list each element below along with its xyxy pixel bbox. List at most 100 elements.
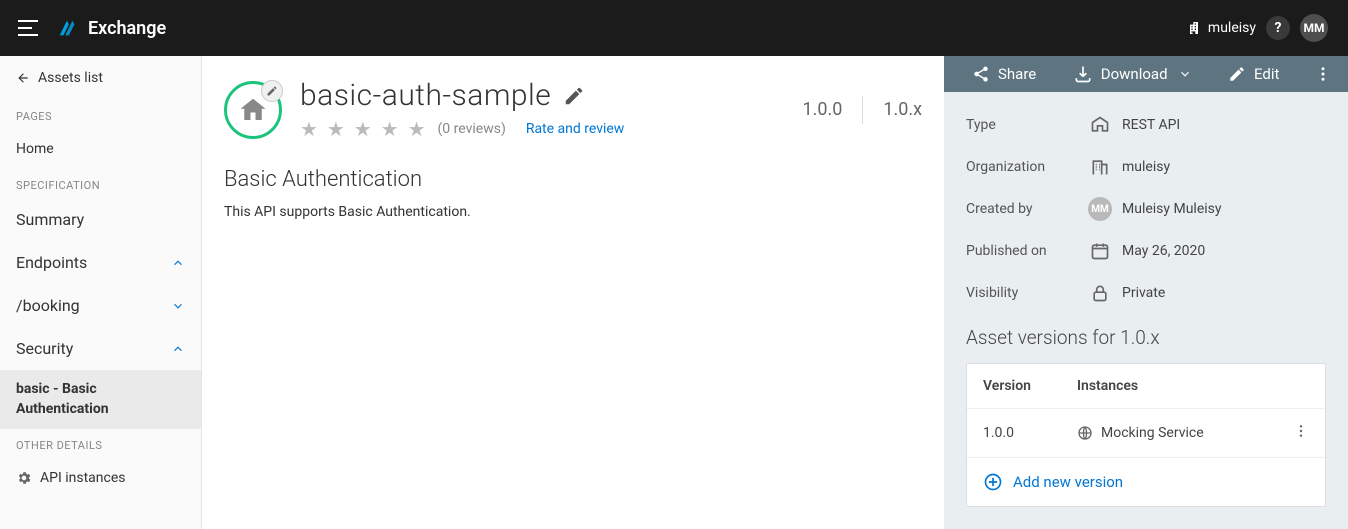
main-content: basic-auth-sample ★ ★ ★ ★ ★ (0 reviews) … bbox=[202, 56, 944, 529]
calendar-icon bbox=[1086, 241, 1114, 261]
meta-row-created: Created by MM Muleisy Muleisy bbox=[966, 188, 1326, 230]
booking-label: /booking bbox=[16, 296, 80, 315]
meta-row-type: Type REST API bbox=[966, 104, 1326, 146]
current-version[interactable]: 1.0.0 bbox=[803, 99, 843, 120]
summary-label: Summary bbox=[16, 210, 84, 229]
chevron-down-icon bbox=[171, 299, 185, 313]
chevron-up-icon bbox=[171, 342, 185, 356]
meta-type-label: Type bbox=[966, 117, 1086, 133]
pencil-icon bbox=[266, 85, 278, 97]
edit-icon-badge[interactable] bbox=[261, 80, 283, 102]
share-icon bbox=[972, 65, 990, 83]
reviews-count: (0 reviews) bbox=[438, 121, 506, 137]
meta-row-published: Published on May 26, 2020 bbox=[966, 230, 1326, 272]
help-button[interactable]: ? bbox=[1266, 16, 1290, 40]
version-branch[interactable]: 1.0.x bbox=[883, 99, 922, 120]
home-label: Home bbox=[16, 141, 54, 157]
plus-circle-icon bbox=[983, 472, 1003, 492]
arrow-left-icon bbox=[16, 71, 30, 85]
add-version-button[interactable]: Add new version bbox=[967, 458, 1325, 506]
meta-type-value: REST API bbox=[1122, 117, 1180, 133]
rate-review-link[interactable]: Rate and review bbox=[526, 121, 625, 137]
versions-table: Version Instances 1.0.0 Mocking Service … bbox=[966, 363, 1326, 507]
globe-icon bbox=[1077, 425, 1093, 441]
business-group-label: muleisy bbox=[1208, 20, 1256, 36]
right-panel: Share Download Edit Type REST API bbox=[944, 56, 1348, 529]
asset-icon[interactable] bbox=[224, 81, 282, 139]
user-avatar[interactable]: MM bbox=[1300, 14, 1328, 42]
sidebar-item-basic-auth[interactable]: basic - Basic Authentication bbox=[0, 370, 201, 429]
business-group-selector[interactable]: muleisy bbox=[1186, 20, 1256, 36]
meta-created-label: Created by bbox=[966, 201, 1086, 217]
chevron-down-icon bbox=[1178, 67, 1192, 81]
back-to-assets-link[interactable]: Assets list bbox=[0, 56, 201, 100]
row-instance: Mocking Service bbox=[1101, 425, 1204, 441]
lock-icon bbox=[1086, 283, 1114, 303]
basic-auth-label: basic - Basic Authentication bbox=[16, 380, 185, 419]
asset-versions-heading: Asset versions for 1.0.x bbox=[966, 326, 1326, 349]
download-label: Download bbox=[1101, 65, 1168, 83]
help-icon: ? bbox=[1275, 20, 1282, 36]
back-label: Assets list bbox=[38, 70, 103, 86]
edit-button[interactable]: Edit bbox=[1218, 59, 1289, 89]
app-name: Exchange bbox=[88, 18, 166, 39]
more-actions-button[interactable] bbox=[1306, 57, 1340, 91]
asset-title: basic-auth-sample bbox=[300, 78, 551, 113]
meta-row-visibility: Visibility Private bbox=[966, 272, 1326, 314]
building-icon bbox=[1086, 157, 1114, 177]
meta-org-value: muleisy bbox=[1122, 159, 1170, 175]
col-version: Version bbox=[983, 378, 1077, 394]
sidebar-section-other: OTHER DETAILS bbox=[0, 429, 201, 458]
more-vertical-icon bbox=[1293, 423, 1309, 439]
menu-toggle-button[interactable] bbox=[0, 0, 56, 56]
asset-title-row: basic-auth-sample bbox=[300, 78, 785, 113]
version-switcher: 1.0.0 1.0.x bbox=[803, 96, 923, 124]
sidebar-item-api-instances[interactable]: API instances bbox=[0, 458, 201, 498]
sidebar-section-pages: PAGES bbox=[0, 100, 201, 129]
endpoints-label: Endpoints bbox=[16, 253, 87, 272]
meta-row-org: Organization muleisy bbox=[966, 146, 1326, 188]
page-heading: Basic Authentication bbox=[224, 167, 922, 192]
action-bar: Share Download Edit bbox=[944, 56, 1348, 92]
meta-created-value: Muleisy Muleisy bbox=[1122, 201, 1222, 217]
sidebar-item-booking[interactable]: /booking bbox=[0, 284, 201, 327]
security-label: Security bbox=[16, 339, 73, 358]
col-instances: Instances bbox=[1077, 378, 1138, 394]
avatar-initials: MM bbox=[1303, 21, 1324, 35]
sidebar-item-security[interactable]: Security bbox=[0, 327, 201, 370]
divider bbox=[862, 96, 863, 124]
row-menu-button[interactable] bbox=[1293, 423, 1309, 443]
share-button[interactable]: Share bbox=[962, 59, 1046, 89]
api-icon bbox=[1086, 115, 1114, 135]
page-body: This API supports Basic Authentication. bbox=[224, 204, 922, 220]
download-button[interactable]: Download bbox=[1063, 58, 1202, 90]
share-label: Share bbox=[998, 65, 1036, 83]
sidebar: Assets list PAGES Home SPECIFICATION Sum… bbox=[0, 56, 202, 529]
gear-icon bbox=[16, 470, 32, 486]
meta-visibility-label: Visibility bbox=[966, 285, 1086, 301]
edit-title-button[interactable] bbox=[563, 85, 585, 107]
sidebar-section-specification: SPECIFICATION bbox=[0, 169, 201, 198]
pencil-icon bbox=[1228, 65, 1246, 83]
app-logo[interactable]: Exchange bbox=[56, 17, 166, 39]
business-icon bbox=[1186, 20, 1202, 36]
topbar: Exchange muleisy ? MM bbox=[0, 0, 1348, 56]
add-version-label: Add new version bbox=[1013, 473, 1123, 491]
creator-avatar: MM bbox=[1088, 197, 1112, 221]
star-rating: ★ ★ ★ ★ ★ bbox=[300, 117, 428, 141]
meta-published-value: May 26, 2020 bbox=[1122, 243, 1205, 259]
chevron-up-icon bbox=[171, 256, 185, 270]
row-version: 1.0.0 bbox=[983, 425, 1077, 441]
sidebar-item-home[interactable]: Home bbox=[0, 129, 201, 169]
sidebar-item-summary[interactable]: Summary bbox=[0, 198, 201, 241]
version-row[interactable]: 1.0.0 Mocking Service bbox=[967, 409, 1325, 458]
sidebar-item-endpoints[interactable]: Endpoints bbox=[0, 241, 201, 284]
versions-table-header: Version Instances bbox=[967, 364, 1325, 409]
meta-org-label: Organization bbox=[966, 159, 1086, 175]
exchange-logo-icon bbox=[56, 17, 78, 39]
meta-visibility-value: Private bbox=[1122, 285, 1165, 301]
more-vertical-icon bbox=[1314, 65, 1332, 83]
edit-label: Edit bbox=[1254, 65, 1279, 83]
download-icon bbox=[1073, 64, 1093, 84]
api-instances-label: API instances bbox=[40, 470, 126, 486]
